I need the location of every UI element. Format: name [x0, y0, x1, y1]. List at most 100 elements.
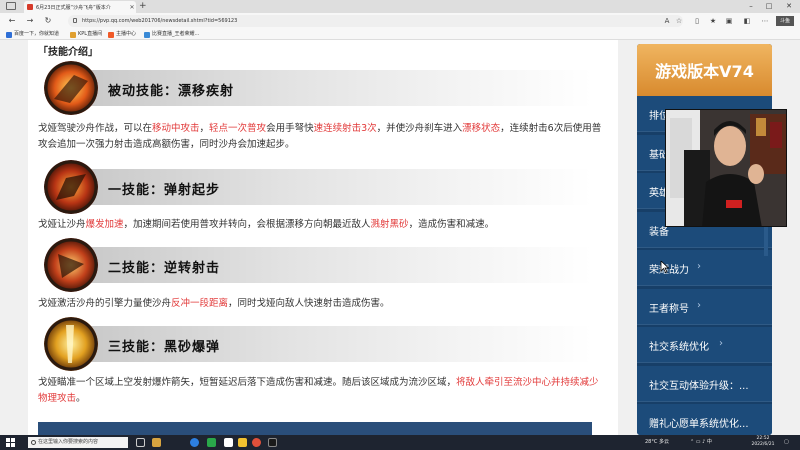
- maximize-icon[interactable]: □: [762, 0, 776, 12]
- webcam-overlay: [665, 109, 787, 227]
- highlight-text: 轻点一次普攻: [209, 123, 267, 134]
- extensions-icon[interactable]: ◧: [742, 16, 752, 26]
- chevron-right-icon: ›: [697, 299, 701, 311]
- taskbar-app-icon[interactable]: [268, 438, 277, 447]
- weather-widget[interactable]: 28°C 多云: [645, 437, 669, 448]
- reload-icon[interactable]: ↻: [42, 15, 54, 27]
- sidebar-menu-item[interactable]: 社交互动体验升级：...: [637, 365, 772, 402]
- live-match-icon: [144, 31, 150, 38]
- web-page: 「技能介绍」 被动技能：漂移疾射 戈娅驾驶沙舟作战，可以在移动中攻击，轻点一次普…: [0, 40, 800, 435]
- bookmark-label: KPL直播间: [78, 31, 103, 37]
- skill-description: 戈娅驾驶沙舟作战，可以在移动中攻击，轻点一次普攻会用手弩快速连续射击3次，并使沙…: [38, 121, 608, 153]
- chevron-right-icon: ›: [697, 261, 701, 272]
- new-tab-button[interactable]: +: [139, 1, 147, 12]
- address-bar[interactable]: https://pvp.qq.com/web201706/newsdetail.…: [68, 15, 683, 27]
- windows-start-icon[interactable]: [6, 438, 15, 447]
- desc-text: 戈娅让沙舟: [38, 219, 86, 230]
- bookmark-label: 比赛直播_王者荣耀...: [152, 31, 200, 37]
- skill-description: 戈娅让沙舟爆发加速，加速期间若使用普攻并转向，会根据漂移方向朝最近敌人溅射黑砂，…: [38, 217, 608, 233]
- sidebar-title: 游戏版本V74: [655, 62, 754, 81]
- skill-description: 戈娅激活沙舟的引擎力量使沙舟反冲一段距离，同时戈娅向敌人快速射击造成伤害。: [38, 296, 608, 312]
- taskbar-app-icon[interactable]: [224, 438, 233, 447]
- close-window-icon[interactable]: ✕: [782, 0, 796, 12]
- bookmark-item[interactable]: 百度一下，你就知道: [6, 31, 59, 38]
- forward-icon[interactable]: →: [24, 15, 36, 27]
- taskbar-search-placeholder: 在这里输入你要搜索的内容: [38, 439, 99, 445]
- highlight-text: 速连续射击3次: [313, 123, 377, 134]
- task-view-icon[interactable]: [136, 438, 145, 447]
- tray-icons[interactable]: ⌃ ▭ ♪ 中: [690, 437, 712, 448]
- highlight-text: 漂移状态: [462, 123, 501, 134]
- taskbar-search[interactable]: 在这里输入你要搜索的内容: [28, 437, 128, 448]
- baidu-paw-icon: [6, 31, 12, 38]
- bookmark-item[interactable]: 比赛直播_王者荣耀...: [144, 31, 199, 38]
- sidebar-menu-label: 赠礼心愿单系统优化...: [649, 419, 749, 430]
- skill-one-icon: [44, 160, 98, 214]
- profile-avatar-icon[interactable]: 斗鱼: [776, 16, 794, 26]
- sidebar-menu-item[interactable]: 社交系统优化 ›: [637, 327, 772, 363]
- url-text: https://pvp.qq.com/web201706/newsdetail.…: [82, 18, 238, 24]
- skill-ultimate-icon: [44, 317, 98, 371]
- mouse-cursor-icon: [660, 261, 670, 273]
- skill-two-icon: [44, 238, 98, 292]
- desc-text: ，: [199, 123, 210, 134]
- search-icon: [31, 440, 36, 445]
- back-icon[interactable]: ←: [6, 15, 18, 27]
- sidebar-header: 游戏版本V74: [637, 44, 772, 96]
- desc-text: 会用手弩快: [266, 123, 314, 134]
- split-screen-icon[interactable]: ▯: [692, 16, 702, 26]
- clock-date: 2022/6/21: [751, 442, 775, 447]
- favorites-icon[interactable]: ★: [708, 16, 718, 26]
- system-clock[interactable]: 22:52 2022/6/21: [748, 436, 778, 448]
- bookmark-item[interactable]: KPL直播间: [70, 31, 102, 38]
- desc-text: 。: [76, 393, 86, 404]
- notification-icon[interactable]: ▢: [784, 437, 789, 448]
- sidebar-menu-label: 社交互动体验升级：...: [649, 380, 749, 392]
- bookmarks-bar: 百度一下，你就知道 KPL直播间 主播中心 比赛直播_王者荣耀...: [0, 29, 800, 40]
- highlight-text: 移动中攻击: [152, 123, 200, 134]
- favorite-star-icon[interactable]: ☆: [674, 16, 684, 26]
- site-favicon-icon: [27, 4, 33, 10]
- sidebar-menu-label: 社交系统优化: [649, 342, 709, 353]
- bookmark-item[interactable]: 主播中心: [108, 31, 136, 38]
- bookmark-label: 百度一下，你就知道: [14, 31, 60, 37]
- file-explorer-icon[interactable]: [238, 438, 247, 447]
- browser-tabbar: 6月23日正式服“沙舟飞舟”版本介 ✕ + – □ ✕: [0, 0, 800, 13]
- desc-text: 戈娅激活沙舟的引擎力量使沙舟: [38, 298, 172, 309]
- sidebar-menu-item[interactable]: 荣耀战力 ›: [637, 250, 772, 286]
- skill-title: 三技能：黑砂爆弹: [108, 340, 221, 355]
- screen: 6月23日正式服“沙舟飞舟”版本介 ✕ + – □ ✕ ← → ↻ https:…: [0, 0, 800, 450]
- sidebar-menu-item[interactable]: 王者称号 ›: [637, 288, 772, 325]
- taskbar-app-icon[interactable]: [252, 438, 261, 447]
- skill-title: 一技能：弹射起步: [108, 183, 221, 198]
- skill-description: 戈娅瞄准一个区域上空发射爆炸箭矢，短暂延迟后落下造成伤害和减速。随后该区域成为流…: [38, 375, 608, 407]
- next-section-banner: [38, 422, 592, 435]
- desc-text: 戈娅驾驶沙舟作战，可以在: [38, 123, 153, 134]
- highlight-text: 反冲一段距离: [171, 298, 229, 309]
- wechat-icon[interactable]: [207, 438, 216, 447]
- minimize-icon[interactable]: –: [744, 0, 758, 12]
- browser-tab-active[interactable]: 6月23日正式服“沙舟飞舟”版本介 ✕: [24, 1, 136, 13]
- desc-text: ，并使沙舟刹车进入: [376, 123, 463, 134]
- chevron-right-icon: ›: [719, 338, 723, 349]
- edge-browser-icon[interactable]: [190, 438, 199, 447]
- version-sidebar: 游戏版本V74 排位赛›基础英雄装备荣耀战力›王者称号›社交系统优化›社交互动体…: [637, 44, 772, 435]
- read-aloud-icon[interactable]: A: [662, 16, 672, 26]
- tab-actions-icon[interactable]: [6, 2, 16, 10]
- sidebar-menu-label: 王者称号: [649, 303, 689, 315]
- close-tab-icon[interactable]: ✕: [128, 4, 136, 11]
- collections-icon[interactable]: ▣: [724, 16, 734, 26]
- desc-text: ，同时戈娅向敌人快速射击造成伤害。: [228, 298, 390, 309]
- more-menu-icon[interactable]: ⋯: [760, 16, 770, 26]
- skill-title: 二技能：逆转射击: [108, 261, 221, 276]
- taskbar-app-icon[interactable]: [152, 438, 161, 447]
- section-header: 「技能介绍」: [38, 47, 98, 58]
- skill-title: 被动技能：漂移疾射: [108, 84, 235, 99]
- sidebar-menu-item[interactable]: 赠礼心愿单系统优化...: [637, 404, 772, 435]
- skill-passive-icon: [44, 61, 98, 115]
- tab-title: 6月23日正式服“沙舟飞舟”版本介: [36, 4, 111, 11]
- highlight-text: 爆发加速: [85, 219, 124, 230]
- desc-text: 戈娅瞄准一个区域上空发射爆炸箭矢，短暂延迟后落下造成伤害和减速。随后该区域成为流…: [38, 377, 457, 388]
- highlight-text: 溅射黑砂: [370, 219, 409, 230]
- kpl-icon: [70, 31, 76, 38]
